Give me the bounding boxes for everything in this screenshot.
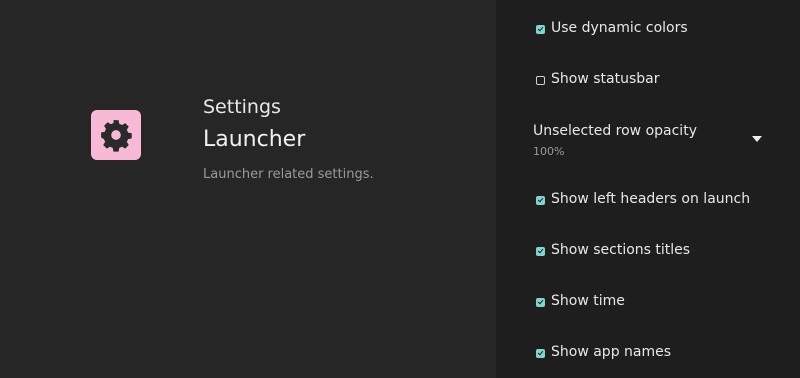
checkbox-unchecked[interactable] — [536, 76, 545, 85]
settings-app-icon — [91, 110, 141, 160]
checkbox-checked[interactable] — [536, 247, 545, 256]
page-description: Launcher related settings. — [203, 167, 374, 182]
setting-use-dynamic-colors[interactable]: Use dynamic colors — [496, 17, 800, 41]
setting-label: Show statusbar — [551, 71, 660, 87]
setting-show-statusbar[interactable]: Show statusbar — [496, 68, 800, 92]
setting-show-sections-titles[interactable]: Show sections titles — [496, 239, 800, 263]
setting-label: Show app names — [551, 344, 672, 360]
setting-unselected-row-opacity[interactable]: Unselected row opacity 100% — [496, 112, 800, 162]
setting-show-app-names[interactable]: Show app names — [496, 341, 800, 365]
checkbox-checked[interactable] — [536, 298, 545, 307]
checkbox-checked[interactable] — [536, 196, 545, 205]
checkbox-checked[interactable] — [536, 25, 545, 34]
setting-value: 100% — [533, 145, 565, 158]
dropdown-arrow-icon[interactable] — [752, 136, 762, 142]
checkbox-checked[interactable] — [536, 349, 545, 358]
setting-show-left-headers[interactable]: Show left headers on launch — [496, 188, 800, 212]
settings-screen: Settings Launcher Launcher related setti… — [0, 0, 800, 378]
settings-info-panel: Settings Launcher Launcher related setti… — [0, 0, 496, 378]
settings-list: Use dynamic colors Show statusbar Unsele… — [496, 0, 800, 378]
setting-label: Show time — [551, 293, 625, 309]
setting-label: Show sections titles — [551, 242, 691, 258]
setting-label: Show left headers on launch — [551, 191, 751, 207]
breadcrumb: Settings — [203, 96, 281, 118]
setting-label: Unselected row opacity — [533, 123, 697, 139]
setting-show-time[interactable]: Show time — [496, 290, 800, 314]
page-title: Launcher — [203, 127, 306, 152]
gear-icon — [101, 120, 132, 152]
setting-label: Use dynamic colors — [551, 20, 688, 36]
